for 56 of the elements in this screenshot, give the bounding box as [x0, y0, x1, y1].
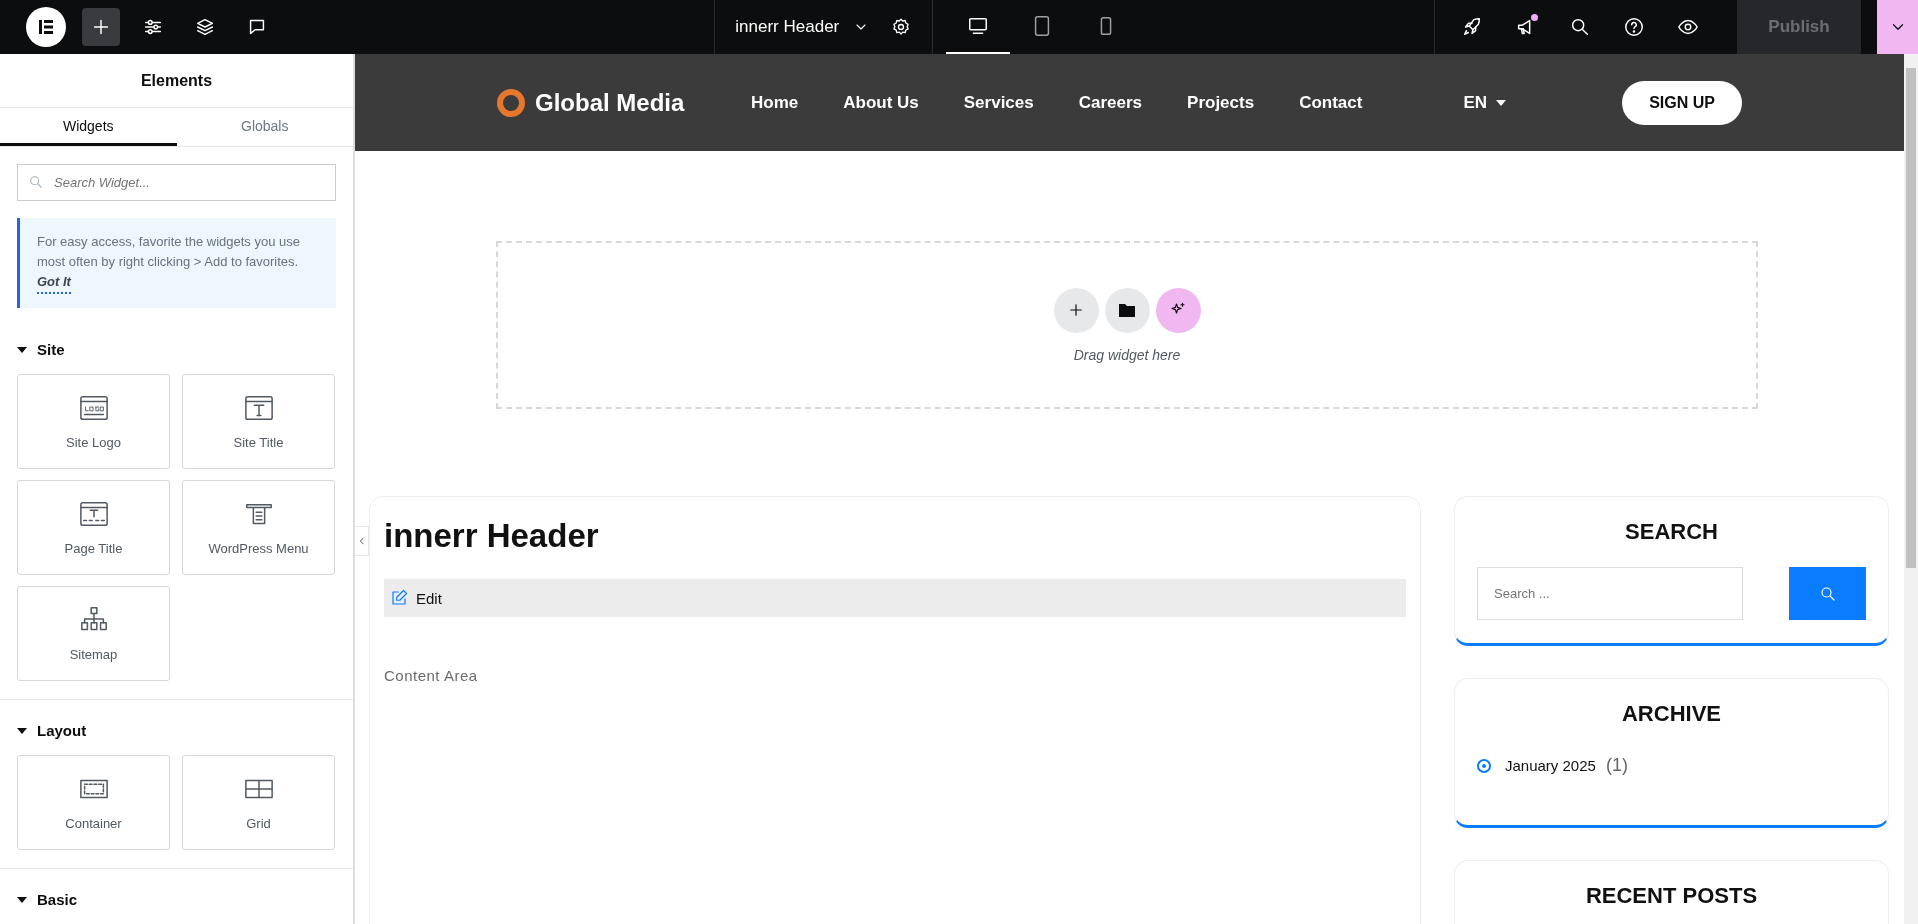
- widget-tile[interactable]: Container: [17, 755, 170, 850]
- elementor-logo-icon[interactable]: [26, 7, 66, 47]
- widget-tile[interactable]: Site Title: [182, 374, 335, 469]
- search-icon: [28, 174, 44, 190]
- widget-tile[interactable]: Page Title: [17, 480, 170, 575]
- nav-link[interactable]: Careers: [1078, 92, 1143, 113]
- language-switcher[interactable]: EN: [1457, 91, 1513, 114]
- ai-button[interactable]: [1155, 287, 1201, 333]
- widget-tile[interactable]: Site Logo: [17, 374, 170, 469]
- help-icon: [1623, 16, 1645, 38]
- plus-button[interactable]: [82, 8, 120, 46]
- category-toggle[interactable]: Layout: [17, 722, 87, 739]
- document-title-dropdown[interactable]: innerr Header: [735, 8, 870, 46]
- category-toggle[interactable]: Basic: [17, 891, 78, 908]
- nav-link[interactable]: Home: [751, 92, 799, 113]
- panel-tab[interactable]: Widgets: [0, 108, 177, 146]
- nav-link[interactable]: About Us: [843, 92, 919, 113]
- edit-button[interactable]: Edit: [384, 579, 1406, 617]
- edit-icon: [390, 589, 408, 607]
- layers-icon: [194, 16, 216, 38]
- sign-up-button[interactable]: SIGN UP: [1622, 80, 1743, 125]
- nav-link[interactable]: Projects: [1187, 92, 1255, 113]
- widget-tile[interactable]: Sitemap: [17, 586, 170, 681]
- widget-tile[interactable]: WordPress Menu: [182, 480, 335, 575]
- search-field[interactable]: Search ...: [1477, 567, 1743, 620]
- widget-tile[interactable]: Grid: [182, 755, 335, 850]
- widget-title: SEARCH: [1624, 519, 1719, 545]
- search-icon: [1818, 584, 1837, 603]
- search-icon: [1569, 16, 1591, 38]
- post-count: (1): [1605, 755, 1628, 776]
- folder-icon: [1119, 303, 1135, 317]
- got-it-link[interactable]: Got It: [37, 272, 71, 294]
- tip-text: For easy access, favorite the widgets you use most often by right clicking > Add to favorites.: [37, 233, 301, 271]
- archive-link[interactable]: January 2025: [1505, 757, 1596, 774]
- panel-tab[interactable]: Globals: [176, 108, 353, 146]
- widget-search-field[interactable]: Search Widget...: [17, 164, 336, 201]
- nav-link[interactable]: Services: [963, 92, 1034, 113]
- nav-link[interactable]: Contact: [1299, 92, 1363, 113]
- category-toggle[interactable]: Site: [17, 341, 65, 358]
- gear-icon: [891, 17, 912, 37]
- text-widget-icon: [243, 393, 274, 423]
- panel-title: Elements: [0, 54, 353, 108]
- plus-icon: [1067, 301, 1085, 319]
- ring-logo-icon: [496, 87, 526, 118]
- site-logo-text[interactable]: Global Media: [535, 88, 685, 117]
- scrollbar[interactable]: [1904, 54, 1918, 924]
- page-title-icon: [78, 499, 109, 529]
- widget-title: RECENT POSTS: [1584, 883, 1759, 909]
- bullet-icon: [1477, 758, 1491, 773]
- page-heading: innerr Header: [384, 517, 600, 555]
- content-text: Content Area: [384, 667, 479, 684]
- logo-widget-icon: [78, 393, 109, 423]
- drop-hint: Drag widget here: [1073, 346, 1181, 363]
- widget-title: ARCHIVE: [1621, 701, 1722, 727]
- rocket-icon: [1461, 16, 1483, 38]
- monitor-icon: [967, 15, 990, 37]
